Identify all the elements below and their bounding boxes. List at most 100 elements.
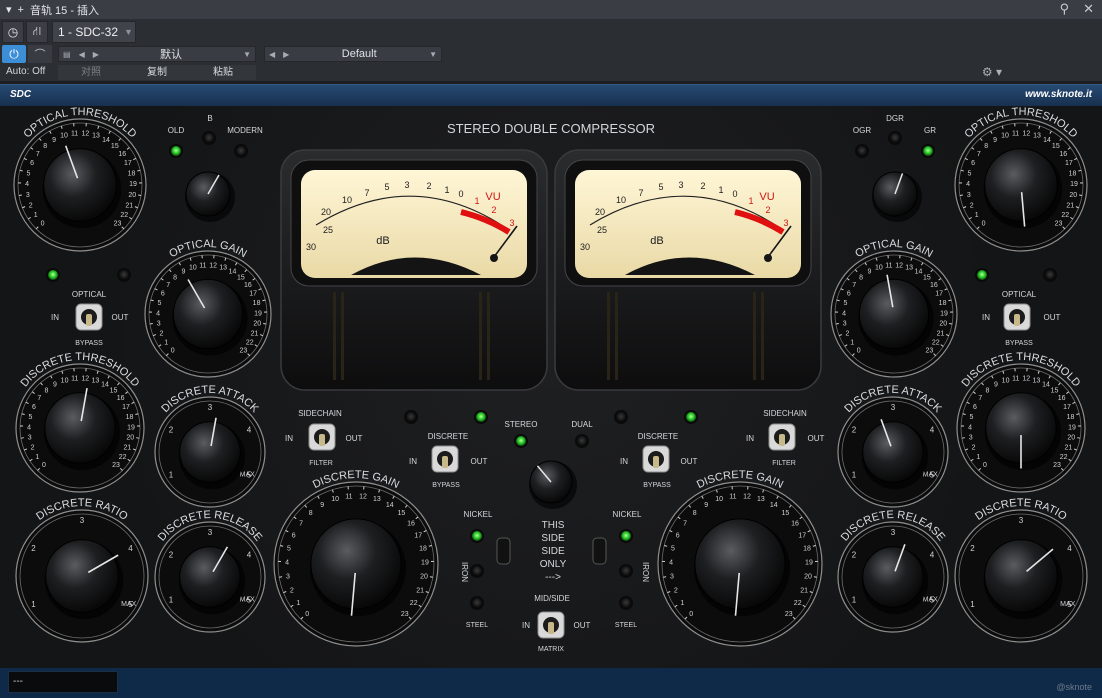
plugin-header: SDC www.sknote.it (0, 84, 1102, 106)
discrete-release-right-dial[interactable]: 12345MAX (837, 521, 949, 633)
dial-tick-label: 20 (1069, 192, 1077, 199)
knob-cap[interactable] (862, 546, 924, 608)
dial-tick-label: 14 (229, 268, 237, 275)
knob-cap[interactable] (45, 539, 119, 613)
optical-right-led-2 (1045, 270, 1055, 280)
dial-tick-label: 7 (978, 395, 982, 402)
dial-max-label: MAX (240, 472, 256, 479)
close-icon[interactable]: ✕ (1083, 1, 1094, 17)
discrete-release-left-dial[interactable]: 12345MAX (154, 521, 266, 633)
dial-tick-label: 4 (966, 181, 970, 188)
mode-left-knob[interactable] (185, 171, 235, 222)
timer-icon[interactable]: ◷ (2, 20, 24, 43)
vu-scale-label: 10 (342, 195, 352, 205)
dial-tick-label: 15 (110, 388, 118, 395)
dial-tick-label: 13 (219, 264, 227, 271)
filter-label: FILTER (309, 460, 333, 467)
next-preset-icon[interactable]: ▶ (89, 50, 103, 59)
prev-preset-icon[interactable]: ◀ (265, 50, 279, 59)
dial-tick-label: 1 (680, 600, 684, 607)
dial-tick-label: 0 (41, 220, 45, 227)
preset-selector-left[interactable]: ▤ ◀ ▶ 默认 ▼ (58, 46, 256, 62)
stereo-dual-knob[interactable] (529, 460, 577, 509)
dial-tick-label: 23 (1055, 220, 1063, 227)
dial-tick-label: 20 (253, 320, 261, 327)
discrete-threshold-right-dial[interactable]: 012345678910 11 12 1314151617181920212223 (956, 363, 1086, 493)
dial-tick-label: 21 (800, 587, 808, 594)
optical-bypass-left-toggle[interactable] (75, 303, 103, 331)
instance-tab[interactable]: 1 - SDC-32 ▼ (52, 20, 136, 43)
dial-tick-label: 23 (925, 347, 933, 354)
knob-cap[interactable] (862, 421, 924, 483)
dial-tick-label: 17 (1063, 404, 1071, 411)
knob-cap[interactable] (44, 392, 116, 464)
dial-tick-label: 14 (770, 502, 778, 509)
gear-icon[interactable]: ⚙ ▾ (982, 65, 1002, 79)
discrete-gain-right-dial[interactable]: 012345678910 11 12 1314151617181920212223 (657, 481, 823, 647)
dial-tick-label: 13 (1033, 132, 1041, 139)
discrete-threshold-left-dial[interactable]: 012345678910 11 12 1314151617181920212223 (15, 363, 145, 493)
paste-button[interactable]: 粘贴 (190, 65, 256, 80)
vu-scale-label: 1 (718, 185, 723, 195)
add-icon[interactable]: + (18, 4, 24, 16)
knob-cap[interactable] (179, 421, 241, 483)
discrete-attack-right-dial[interactable]: 12345MAX (837, 396, 949, 508)
copy-button[interactable]: 复制 (124, 65, 190, 80)
discrete-bypass-left-toggle[interactable] (431, 445, 459, 473)
knob-cap[interactable] (858, 278, 930, 350)
transformer-left-switch[interactable] (496, 537, 511, 565)
dial-tick-label: 23 (401, 611, 409, 618)
dual-label: DUAL (571, 420, 593, 429)
transformer-right-switch[interactable] (592, 537, 607, 565)
optical-threshold-right-dial[interactable]: 012345678910 11 12 1314151617181920212223 (954, 118, 1088, 252)
midside-matrix-toggle[interactable] (537, 611, 565, 639)
dial-tick-label: 5 (27, 170, 31, 177)
dial-tick-label: 9 (53, 382, 57, 389)
vu-scale-label: 3 (783, 218, 788, 228)
knob-cap[interactable] (984, 148, 1058, 222)
power-button[interactable]: ⏻ (2, 45, 26, 63)
mode-right-knob[interactable] (872, 171, 922, 222)
sidechain-filter-left-toggle[interactable] (308, 423, 336, 451)
preset-selector-right[interactable]: ◀ ▶ Default ▼ (264, 46, 442, 62)
menu-dropdown-icon[interactable]: ▾ (6, 3, 12, 16)
discrete-attack-left-dial[interactable]: 12345MAX (154, 396, 266, 508)
sidechain-filter-right-toggle[interactable] (768, 423, 796, 451)
dial-tick-label: 3 (157, 320, 161, 327)
automation-button[interactable]: ⌒ (28, 45, 52, 63)
knob-cap[interactable] (984, 539, 1058, 613)
dial-tick-label: 7 (166, 282, 170, 289)
dial-tick-label: 12 (82, 130, 90, 137)
dial-tick-label: 0 (171, 347, 175, 354)
dial-tick-label: 3 (26, 192, 30, 199)
routing-icon[interactable]: ⛙ (26, 20, 48, 43)
pin-icon[interactable]: ⚲ (1060, 1, 1070, 17)
dial-tick-label: 22 (932, 339, 940, 346)
knob-cap[interactable] (179, 546, 241, 608)
dial-tick-label: 13 (92, 377, 100, 384)
dial-tick-label: 16 (244, 282, 252, 289)
dial-tick-label: 16 (791, 520, 799, 527)
prev-preset-icon[interactable]: ◀ (75, 50, 89, 59)
discrete-ratio-right-dial[interactable]: 12345MAX (954, 509, 1088, 643)
dial-tick-label: 8 (859, 274, 863, 281)
optical-bypass-right-toggle[interactable] (1003, 303, 1031, 331)
optical-gain-left-dial[interactable]: 012345678910 11 12 1314151617181920212223 (144, 250, 272, 378)
dial-tick-label: 0 (42, 462, 46, 469)
next-preset-icon[interactable]: ▶ (279, 50, 293, 59)
optical-gain-right-dial[interactable]: 012345678910 11 12 1314151617181920212223 (830, 250, 958, 378)
steel-label: STEEL (466, 622, 488, 629)
discrete-gain-left-dial[interactable]: 012345678910 11 12 1314151617181920212223 (273, 481, 439, 647)
in-label: IN (51, 313, 59, 322)
discrete-ratio-left-dial[interactable]: 12345MAX (15, 509, 149, 643)
compare-button[interactable]: 对照 (58, 65, 124, 80)
knob-cap[interactable] (172, 278, 244, 350)
dial-tick-label: 1 (34, 212, 38, 219)
optical-threshold-left-dial[interactable]: 012345678910 11 12 1314151617181920212223 (13, 118, 147, 252)
knob-cap[interactable] (43, 148, 117, 222)
knob-cap[interactable] (310, 518, 402, 610)
discrete-bypass-right-toggle[interactable] (642, 445, 670, 473)
dial-tick-label: 16 (117, 395, 125, 402)
knob-cap[interactable] (694, 518, 786, 610)
dial-tick-label: 19 (940, 310, 948, 317)
